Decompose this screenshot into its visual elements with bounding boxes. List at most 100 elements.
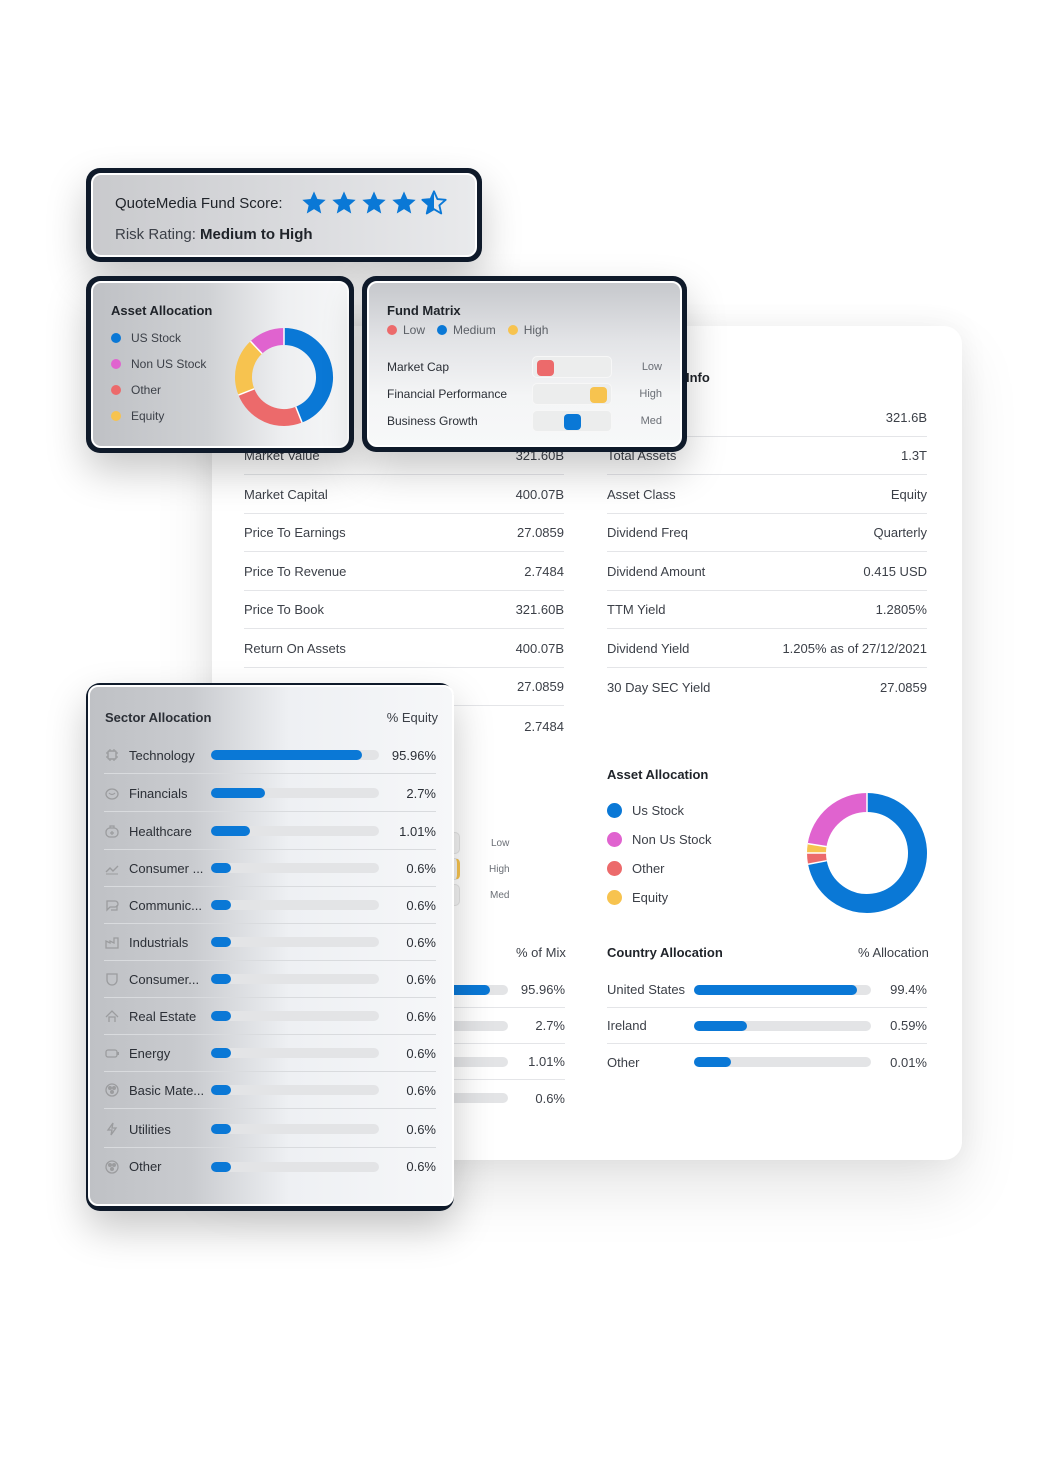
star-icon: [392, 191, 416, 214]
info-value: 27.0859: [517, 679, 564, 694]
legend-dot-icon: [607, 861, 622, 876]
donut-small-slice-other: [238, 388, 303, 426]
info-label: Dividend Freq: [607, 525, 688, 540]
sector-bar-track: [211, 1124, 379, 1134]
donut-large-slice-non-us-stock: [807, 793, 868, 848]
donut-large-slice-equity: [807, 843, 827, 854]
info-value: Quarterly: [873, 525, 927, 540]
country-value: 0.01%: [890, 1054, 927, 1070]
info-label: Price To Earnings: [244, 525, 346, 540]
info-row: 30 Day SEC Yield 27.0859: [607, 668, 927, 706]
sector-bar-fill: [211, 1011, 232, 1021]
echo-level-label: Med: [490, 890, 510, 901]
legend-item: Equity: [111, 409, 164, 423]
sector-value: 0.6%: [406, 897, 436, 913]
legend-item: Non Us Stock: [607, 832, 711, 847]
country-bar-fill: [694, 984, 857, 995]
info-label: TTM Yield: [607, 602, 666, 617]
country-name: United States: [607, 982, 686, 997]
sector-value: 0.6%: [406, 934, 436, 950]
sector-name: Basic Mate...: [129, 1082, 205, 1098]
sector-bar-fill: [211, 1124, 232, 1134]
sector-bar-track: [211, 826, 379, 836]
country-row: Other 0.01%: [607, 1044, 927, 1080]
star-rating: [300, 189, 450, 217]
info-label: 30 Day SEC Yield: [607, 679, 711, 695]
asset-allocation-donut-small: [235, 328, 333, 426]
atom-icon: [105, 1159, 119, 1174]
legend-item: Other: [111, 383, 161, 397]
medical-bag-icon: [105, 825, 119, 838]
matrix-row-name: Market Cap: [387, 360, 450, 374]
legend-dot-icon: [111, 359, 121, 369]
house-icon: [105, 1010, 119, 1022]
sector-bar-fill: [211, 1048, 232, 1058]
matrix-legend-label: Medium: [453, 323, 496, 337]
info-row: Price To Book 321.60B: [244, 591, 564, 629]
sector-bar-fill: [211, 900, 232, 910]
legend-item: US Stock: [111, 331, 181, 345]
info-row: Return On Assets 400.07B: [244, 630, 564, 668]
fund-matrix-title: Fund Matrix: [387, 303, 461, 318]
legend-label: Other: [632, 861, 665, 876]
matrix-level-label: Low: [641, 361, 662, 373]
mix-header: % of Mix: [516, 945, 566, 960]
matrix-legend-item: Medium: [437, 323, 496, 337]
star-icon: [362, 191, 386, 214]
star-icon: [332, 191, 356, 214]
legend-label: Equity: [131, 409, 165, 423]
trend-icon: [105, 865, 119, 875]
country-bar-track: [694, 1057, 871, 1067]
matrix-legend-item: Low: [387, 323, 425, 337]
country-row: Ireland 0.59%: [607, 1008, 927, 1044]
battery-icon: [105, 1049, 119, 1058]
matrix-legend-item: High: [507, 323, 548, 337]
piggy-bank-icon: [105, 788, 119, 800]
info-label: Asset Class: [607, 487, 676, 502]
info-row: Market Capital 400.07B: [244, 476, 564, 514]
matrix-level-label: High: [639, 388, 662, 400]
info-row: Price To Earnings 27.0859: [244, 514, 564, 552]
sector-value: 0.6%: [406, 1159, 436, 1174]
sector-value: 0.6%: [406, 1045, 436, 1061]
legend-item: Us Stock: [607, 803, 684, 818]
sector-bar-fill: [211, 750, 363, 760]
sector-value: 2.7%: [406, 785, 436, 801]
sector-row: Industrials 0.6%: [104, 924, 436, 961]
donut-small-slice-equity: [235, 341, 263, 396]
info-value: 321.60B: [515, 602, 564, 617]
info-value: 27.0859: [517, 525, 564, 540]
sector-name: Technology: [129, 747, 195, 763]
country-value: 99.4%: [890, 982, 927, 997]
matrix-slider-knob: [590, 387, 607, 403]
legend-dot-icon: [111, 411, 121, 421]
star-icon: [302, 191, 326, 214]
country-bar-track: [694, 984, 871, 995]
country-bar-fill: [694, 1057, 732, 1067]
mix-value: 0.6%: [535, 1090, 565, 1106]
legend-item: Equity: [607, 890, 668, 905]
matrix-row: Market Cap Low: [387, 356, 667, 378]
matrix-row: Financial Performance High: [387, 383, 667, 405]
sector-row: Technology 95.96%: [104, 737, 436, 774]
sector-row: Healthcare 1.01%: [104, 813, 436, 850]
sector-row: Energy 0.6%: [104, 1035, 436, 1072]
legend-label: Non US Stock: [131, 357, 207, 371]
sector-bar-track: [211, 863, 379, 873]
echo-level-label: Low: [491, 838, 510, 849]
risk-rating-value: Medium to High: [200, 226, 313, 243]
sector-bar-track: [211, 974, 379, 984]
matrix-legend-label: Low: [403, 323, 426, 337]
info-label: Market Capital: [244, 487, 328, 502]
matrix-slider-track: [532, 410, 612, 432]
country-bar-fill: [694, 1020, 748, 1031]
info-value: 1.2805%: [875, 602, 927, 617]
sector-name: Financials: [129, 785, 188, 801]
fund-score-panel: QuoteMedia Fund Score: Risk Rating: Medi…: [86, 168, 482, 262]
info-row: Dividend Amount 0.415 USD: [607, 553, 927, 591]
legend-item: Non US Stock: [111, 357, 206, 371]
info-label: Return On Assets: [244, 641, 346, 656]
chat-icon: [106, 900, 119, 912]
sector-allocation-header: % Equity: [386, 710, 438, 725]
matrix-row-name: Financial Performance: [387, 387, 508, 401]
